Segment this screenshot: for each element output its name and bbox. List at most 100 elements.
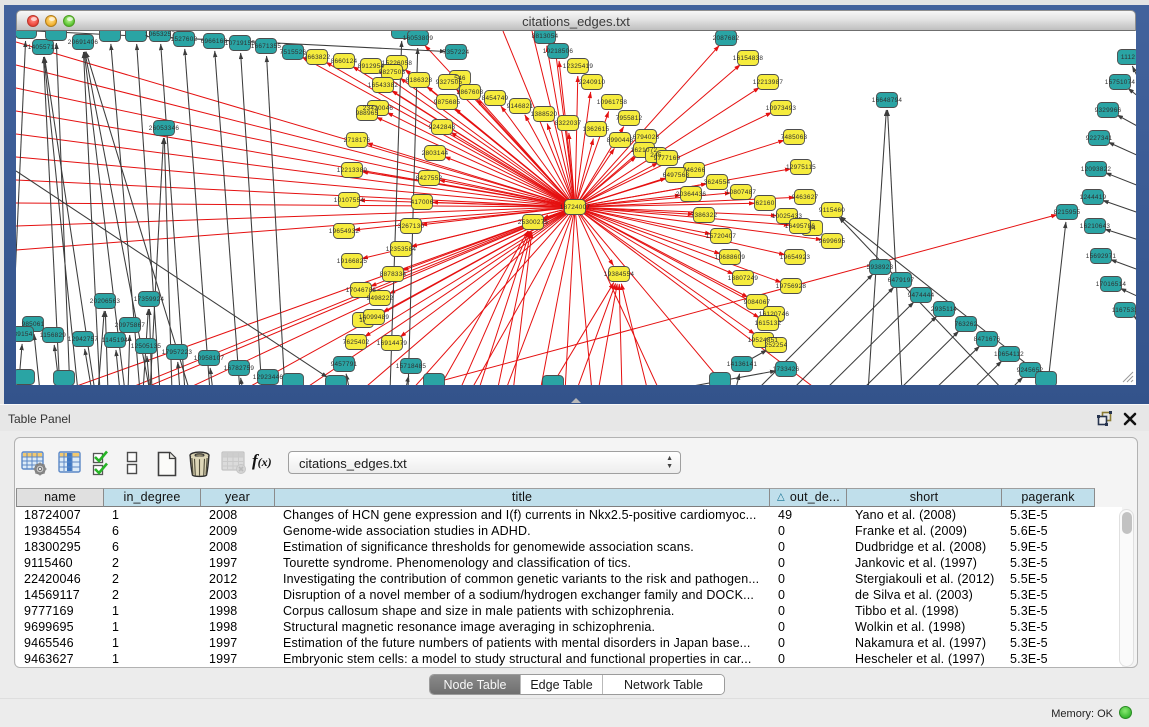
graph-edge[interactable] xyxy=(459,231,529,385)
table-select-dropdown[interactable]: citations_edges.txt ▲▼ xyxy=(288,451,681,474)
cell-year[interactable]: 1997 xyxy=(201,555,275,571)
table-row[interactable]: 1830029562008Estimation of significance … xyxy=(16,539,1122,555)
network-canvas[interactable]: 1405571320691406106532571527602696616010… xyxy=(16,31,1136,385)
cell-year[interactable]: 1998 xyxy=(201,603,275,619)
cell-pagerank[interactable]: 5.3E-5 xyxy=(1002,603,1095,619)
graph-edge[interactable] xyxy=(444,157,575,207)
cell-in_degree[interactable]: 2 xyxy=(104,571,201,587)
cell-title[interactable]: Structural magnetic resonance image aver… xyxy=(275,619,770,635)
graph-node[interactable] xyxy=(326,376,347,386)
splitter-handle-icon[interactable] xyxy=(571,398,581,403)
graph-edge[interactable] xyxy=(16,203,575,207)
tab-node-table[interactable]: Node Table xyxy=(430,675,520,694)
graph-edge[interactable] xyxy=(823,302,914,385)
graph-edge[interactable] xyxy=(576,283,616,385)
row-settings-icon[interactable] xyxy=(125,450,139,476)
window-titlebar[interactable]: citations_edges.txt xyxy=(16,10,1136,31)
graph-edge[interactable] xyxy=(98,311,104,385)
cell-title[interactable]: Disruption of a novel member of a sodium… xyxy=(275,587,770,603)
graph-edge[interactable] xyxy=(932,346,980,385)
table-row[interactable]: 2242004622012Investigating the contribut… xyxy=(16,571,1122,587)
graph-edge[interactable] xyxy=(897,331,959,385)
graph-edge[interactable] xyxy=(241,53,262,385)
cell-title[interactable]: Estimation of the future numbers of pati… xyxy=(275,635,770,651)
cell-name[interactable]: 9777169 xyxy=(16,603,104,619)
select-columns-icon[interactable] xyxy=(91,450,113,478)
column-header-pagerank[interactable]: pagerank xyxy=(1002,488,1095,507)
cell-pagerank[interactable]: 5.9E-5 xyxy=(1002,539,1095,555)
graph-node[interactable] xyxy=(54,371,75,386)
graph-edge[interactable] xyxy=(86,52,190,385)
graph-edge[interactable] xyxy=(185,49,210,385)
cell-name[interactable]: 18724007 xyxy=(16,507,104,523)
cell-name[interactable]: 9463627 xyxy=(16,651,104,667)
graph-edge[interactable] xyxy=(621,284,648,385)
graph-edge[interactable] xyxy=(1108,142,1136,156)
graph-edge[interactable] xyxy=(575,207,755,334)
cell-title[interactable]: Changes of HCN gene expression and I(f) … xyxy=(275,507,770,523)
cell-out_de[interactable]: 0 xyxy=(770,539,847,555)
column-header-in_degree[interactable]: in_degree xyxy=(104,488,201,507)
graph-edge[interactable] xyxy=(137,44,160,385)
graph-node[interactable] xyxy=(126,31,147,42)
graph-edge[interactable] xyxy=(16,207,575,250)
cell-title[interactable]: Investigating the contribution of common… xyxy=(275,571,770,587)
table-row[interactable]: 1938455462009Genome-wide association stu… xyxy=(16,523,1122,539)
cell-name[interactable]: 9115460 xyxy=(16,555,104,571)
cell-short[interactable]: Hescheler et al. (1997) xyxy=(847,651,1002,667)
cell-pagerank[interactable]: 5.3E-5 xyxy=(1002,635,1095,651)
graph-edge[interactable] xyxy=(575,207,820,385)
graph-edge[interactable] xyxy=(790,287,894,385)
graph-edge[interactable] xyxy=(1120,288,1136,297)
cell-out_de[interactable]: 0 xyxy=(770,651,847,667)
cell-pagerank[interactable]: 5.3E-5 xyxy=(1002,555,1095,571)
graph-edge[interactable] xyxy=(470,207,575,385)
column-header-short[interactable]: short xyxy=(847,488,1002,507)
cell-pagerank[interactable]: 5.3E-5 xyxy=(1002,651,1095,667)
tab-edge-table[interactable]: Edge Table xyxy=(520,675,602,694)
cell-pagerank[interactable]: 5.3E-5 xyxy=(1002,507,1095,523)
graph-edge[interactable] xyxy=(410,207,575,385)
cell-out_de[interactable]: 0 xyxy=(770,587,847,603)
cell-in_degree[interactable]: 1 xyxy=(104,635,201,651)
graph-edge[interactable] xyxy=(735,374,740,385)
graph-node[interactable] xyxy=(46,31,67,41)
cell-in_degree[interactable]: 1 xyxy=(104,507,201,523)
graph-edge[interactable] xyxy=(241,378,243,385)
graph-edge[interactable] xyxy=(1105,229,1136,240)
graph-edge[interactable] xyxy=(408,48,418,385)
cell-year[interactable]: 2012 xyxy=(201,571,275,587)
graph-node[interactable] xyxy=(16,370,35,385)
cell-short[interactable]: Franke et al. (2009) xyxy=(847,523,1002,539)
cell-year[interactable]: 1998 xyxy=(201,619,275,635)
cell-name[interactable]: 9699695 xyxy=(16,619,104,635)
graph-edge[interactable] xyxy=(840,216,1062,385)
graph-edge[interactable] xyxy=(1047,222,1066,385)
cell-short[interactable]: de Silva et al. (2003) xyxy=(847,587,1002,603)
graph-edge[interactable] xyxy=(1110,259,1136,270)
graph-edge[interactable] xyxy=(1105,173,1136,186)
column-header-year[interactable]: year xyxy=(201,488,275,507)
cell-name[interactable]: 14569117 xyxy=(16,587,104,603)
cell-year[interactable]: 2009 xyxy=(201,523,275,539)
cell-title[interactable]: Tourette syndrome. Phenomenology and cla… xyxy=(275,555,770,571)
cell-in_degree[interactable]: 6 xyxy=(104,523,201,539)
cell-year[interactable]: 1997 xyxy=(201,635,275,651)
graph-edge[interactable] xyxy=(1132,66,1136,80)
scrollbar-thumb[interactable] xyxy=(1122,512,1132,534)
graph-edge[interactable] xyxy=(575,207,592,385)
delete-trash-icon[interactable] xyxy=(187,450,212,478)
cell-name[interactable]: 9465546 xyxy=(16,635,104,651)
graph-edge[interactable] xyxy=(128,335,130,385)
cell-year[interactable]: 2008 xyxy=(201,539,275,555)
graph-edge[interactable] xyxy=(161,44,185,385)
table-row[interactable]: 977716911998Corpus callosum shape and si… xyxy=(16,603,1122,619)
graph-node[interactable] xyxy=(710,373,731,386)
float-panel-icon[interactable] xyxy=(1097,411,1113,426)
cell-title[interactable]: Genome-wide association studies in ADHD. xyxy=(275,523,770,539)
cell-year[interactable]: 1997 xyxy=(201,651,275,667)
graph-edge[interactable] xyxy=(105,311,108,385)
graph-edge[interactable] xyxy=(505,207,575,385)
cell-short[interactable]: Jankovic et al. (1997) xyxy=(847,555,1002,571)
cell-short[interactable]: Wolkin et al. (1998) xyxy=(847,619,1002,635)
